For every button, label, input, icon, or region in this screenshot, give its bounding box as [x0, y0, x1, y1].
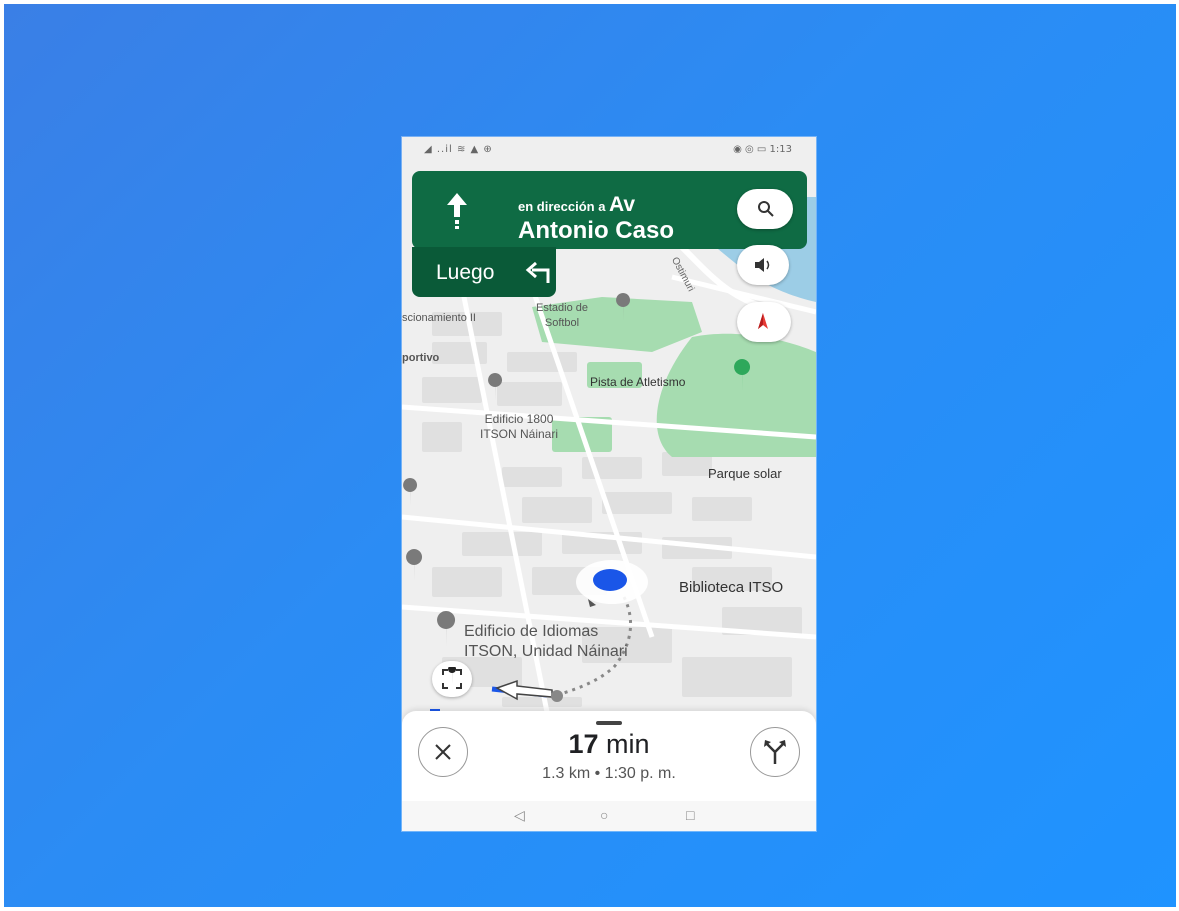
status-bar: ◢ ..il ≋ ▲ ⊕ ◉ ◎ ▭ 1:13: [402, 137, 816, 163]
background: ◢ ..il ≋ ▲ ⊕ ◉ ◎ ▭ 1:13 Estadio de Softb…: [4, 4, 1176, 907]
edificio1800-line1: Edificio 1800: [484, 412, 554, 426]
then-instruction-card[interactable]: Luego: [412, 247, 556, 297]
idiomas-line2: ITSON, Unidad Náinari: [464, 643, 628, 660]
map-label-edificio-1800: Edificio 1800 ITSON Náinari: [480, 412, 558, 442]
alternate-routes-button[interactable]: [750, 727, 800, 777]
recenter-icon: [442, 667, 462, 689]
map-label-deportivo: portivo: [402, 352, 440, 364]
search-icon: [758, 201, 774, 217]
street-name-line2: Antonio Caso: [518, 217, 674, 244]
softbol-line2: Softbol: [544, 317, 580, 329]
direction-prefix: en dirección a Av: [518, 193, 635, 217]
street-name-line1: Av: [609, 193, 636, 216]
recents-button[interactable]: □: [686, 807, 694, 823]
sound-button[interactable]: [737, 245, 789, 285]
search-button[interactable]: [737, 189, 793, 229]
softbol-line1: Estadio de: [536, 302, 588, 314]
map-label-biblioteca: Biblioteca ITSO: [679, 579, 784, 596]
back-button[interactable]: ◁: [514, 807, 525, 824]
map-label-idiomas: Edificio de Idiomas ITSON, Unidad Náinar…: [464, 622, 628, 662]
home-button[interactable]: ○: [600, 807, 608, 823]
status-left: ◢ ..il ≋ ▲ ⊕: [424, 144, 493, 155]
eta-value: 17: [568, 729, 599, 759]
then-label: Luego: [436, 261, 495, 284]
compass-button[interactable]: [737, 302, 791, 342]
idiomas-line1: Edificio de Idiomas: [464, 623, 599, 640]
map-label-softbol: Estadio de Softbol: [536, 301, 588, 331]
trip-summary-sheet[interactable]: 17 min 1.3 km • 1:30 p. m.: [402, 711, 816, 801]
alternate-routes-icon: [764, 740, 786, 764]
volume-icon: [755, 258, 770, 272]
system-navigation-bar: ◁ ○ □: [402, 801, 816, 831]
straight-arrow-icon: [447, 193, 467, 229]
direction-prefix-text: en dirección a: [518, 199, 606, 214]
map-label-estacionamiento: scionamiento II: [402, 312, 476, 324]
status-right: ◉ ◎ ▭ 1:13: [733, 144, 792, 155]
phone-screen: ◢ ..il ≋ ▲ ⊕ ◉ ◎ ▭ 1:13 Estadio de Softb…: [402, 137, 816, 831]
edificio1800-line2: ITSON Náinari: [480, 427, 559, 441]
map-label-atletismo: Pista de Atletismo: [590, 375, 686, 389]
map-label-parque-solar: Parque solar: [708, 466, 782, 481]
compass-icon: [758, 313, 768, 329]
drag-handle[interactable]: [596, 721, 622, 725]
recenter-button[interactable]: [432, 661, 472, 697]
eta-unit: min: [606, 729, 650, 759]
turn-left-icon: [525, 261, 550, 283]
